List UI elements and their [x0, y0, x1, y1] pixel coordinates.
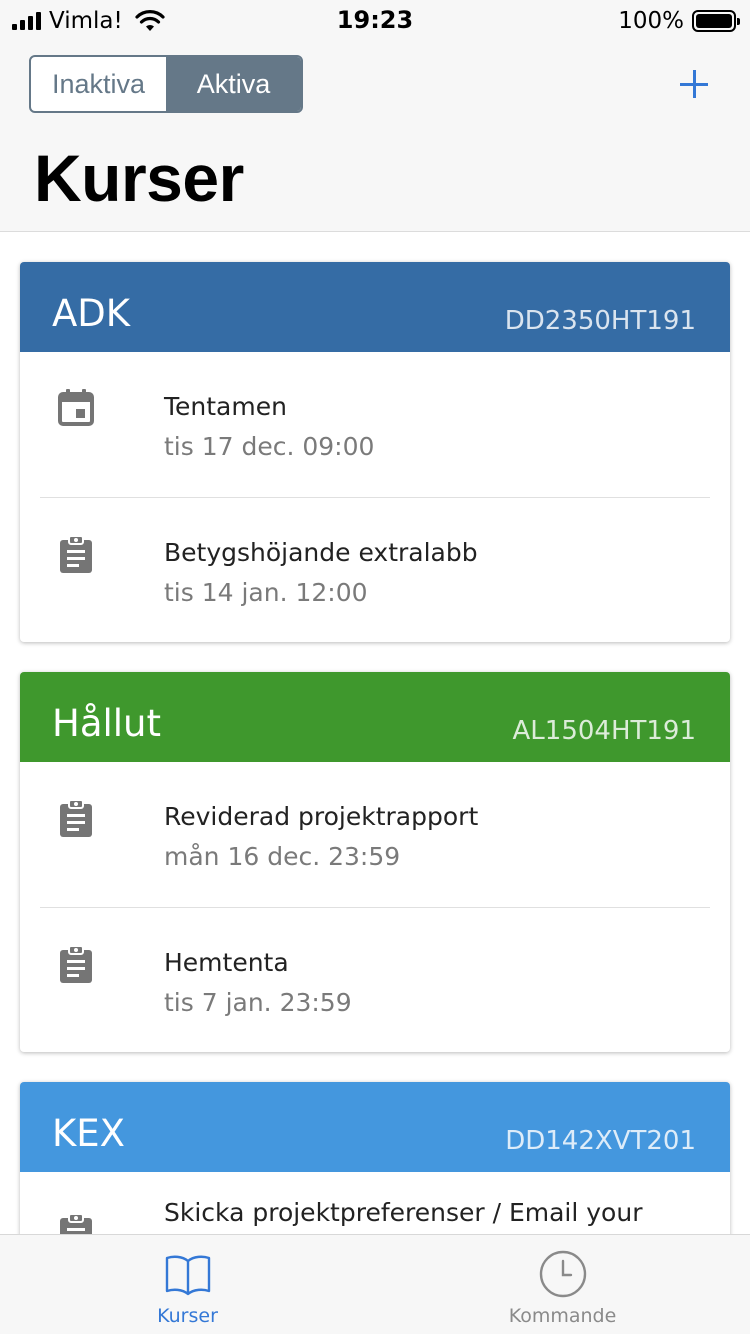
task-item[interactable]: Skicka projektpreferenser / Email your — [20, 1172, 730, 1234]
tab-kurser[interactable]: Kurser — [0, 1235, 375, 1334]
course-name: ADK — [52, 292, 131, 335]
task-date: tis 17 dec. 09:00 — [164, 432, 375, 461]
tab-label: Kurser — [157, 1305, 218, 1327]
task-item[interactable]: Reviderad projektrapport mån 16 dec. 23:… — [20, 762, 730, 907]
task-date: tis 7 jan. 23:59 — [164, 988, 352, 1017]
clipboard-icon — [60, 1213, 92, 1234]
tab-label: Kommande — [508, 1305, 617, 1327]
course-name: Hållut — [52, 702, 162, 745]
task-item[interactable]: Betygshöjande extralabb tis 14 jan. 12:0… — [40, 497, 710, 642]
course-card: KEX DD142XVT201 Skicka projektpreferense… — [20, 1082, 730, 1234]
task-title: Reviderad projektrapport — [164, 802, 479, 831]
clipboard-icon — [60, 945, 92, 983]
header: Inaktiva Aktiva Kurser — [0, 40, 750, 232]
task-title: Hemtenta — [164, 948, 289, 977]
course-card: Hållut AL1504HT191 Reviderad projektrapp… — [20, 672, 730, 1052]
course-code: DD142XVT201 — [505, 1126, 696, 1156]
course-card: ADK DD2350HT191 Tentamen tis 17 dec. 09:… — [20, 262, 730, 642]
status-right: 100% — [618, 6, 740, 36]
task-title: Betygshöjande extralabb — [164, 538, 478, 567]
battery-icon — [692, 10, 740, 32]
book-icon — [165, 1255, 210, 1296]
tab-kommande[interactable]: Kommande — [375, 1235, 750, 1334]
task-title: Skicka projektpreferenser / Email your — [164, 1198, 643, 1227]
add-course-button[interactable] — [678, 68, 710, 100]
course-name: KEX — [52, 1112, 125, 1155]
calendar-icon — [58, 389, 94, 426]
course-list[interactable]: ADK DD2350HT191 Tentamen tis 17 dec. 09:… — [0, 233, 750, 1234]
status-bar: Vimla! 19:23 100% — [0, 0, 750, 40]
course-code: DD2350HT191 — [504, 306, 696, 336]
battery-percent: 100% — [618, 8, 684, 34]
page-title: Kurser — [34, 141, 244, 215]
course-header[interactable]: ADK DD2350HT191 — [20, 262, 730, 352]
segment-aktiva[interactable]: Aktiva — [166, 57, 301, 111]
segmented-control: Inaktiva Aktiva — [29, 55, 303, 113]
course-header[interactable]: Hållut AL1504HT191 — [20, 672, 730, 762]
task-date: tis 14 jan. 12:00 — [164, 578, 368, 607]
segment-inaktiva[interactable]: Inaktiva — [31, 57, 166, 111]
tab-bar: Kurser Kommande — [0, 1234, 750, 1334]
task-item[interactable]: Tentamen tis 17 dec. 09:00 — [20, 352, 730, 497]
clock-icon — [539, 1250, 586, 1298]
course-header[interactable]: KEX DD142XVT201 — [20, 1082, 730, 1172]
clipboard-icon — [60, 799, 92, 837]
app: Vimla! 19:23 100% Inaktiva Aktiva Kurser — [0, 0, 750, 1334]
course-code: AL1504HT191 — [512, 716, 697, 746]
task-title: Tentamen — [164, 392, 287, 421]
task-date: mån 16 dec. 23:59 — [164, 842, 401, 871]
task-item[interactable]: Hemtenta tis 7 jan. 23:59 — [40, 907, 710, 1052]
clipboard-icon — [60, 535, 92, 573]
